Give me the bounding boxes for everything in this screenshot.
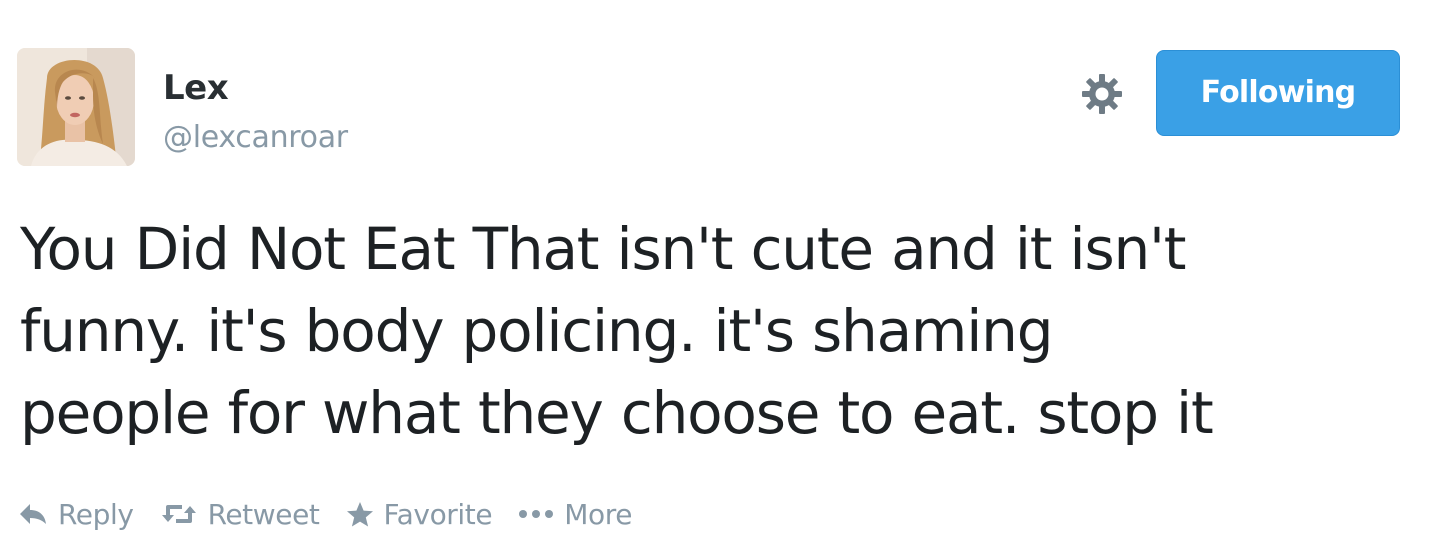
reply-arrow-icon [20,504,46,524]
ellipsis-icon [519,510,554,518]
tweet-text-line: funny. it's body policing. it's shaming [20,297,1054,365]
author-handle[interactable]: @lexcanroar [163,119,348,157]
retweet-label: Retweet [207,497,320,531]
favorite-label: Favorite [383,497,493,531]
more-button[interactable]: More [518,498,632,531]
gear-icon[interactable] [1078,70,1126,118]
retweet-icon [161,505,196,523]
reply-label: Reply [58,497,134,531]
avatar-portrait [17,48,135,166]
tweet-text-line: people for what they choose to eat. stop… [20,379,1214,447]
star-icon [346,502,373,527]
following-button[interactable]: Following [1156,50,1400,136]
retweet-button[interactable]: Retweet [160,498,320,531]
tweet-actions: Reply Retweet Favorite More [18,494,658,534]
tweet-card: Lex @lexcanroar Following You Did Not Ea… [0,0,1440,551]
avatar[interactable] [17,48,135,166]
tweet-text-line: You Did Not Eat That isn't cute and it i… [20,215,1187,283]
reply-button[interactable]: Reply [18,498,134,531]
tweet-text: You Did Not Eat That isn't cute and it i… [20,208,1430,454]
author-name[interactable]: Lex [163,66,229,110]
more-label: More [564,497,633,531]
favorite-button[interactable]: Favorite [346,498,493,531]
